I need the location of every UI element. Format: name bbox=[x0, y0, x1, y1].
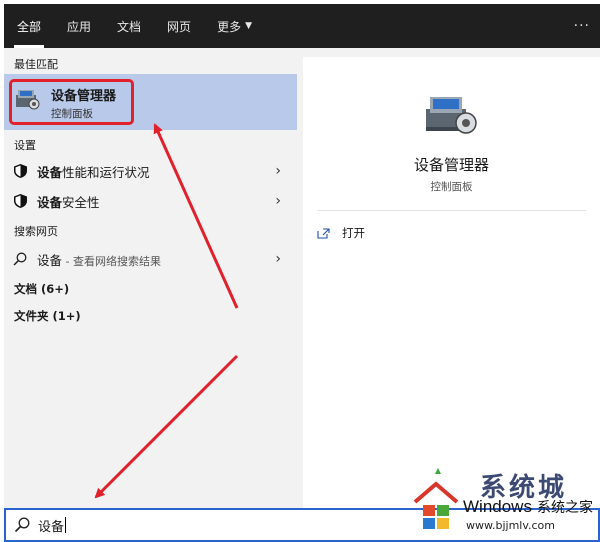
search-scope-tabs: 全部 应用 文档 网页 更多 ▼ ··· bbox=[4, 4, 600, 48]
search-icon bbox=[14, 517, 30, 533]
annotation-highlight-box bbox=[9, 79, 134, 125]
preview-pane: 设备管理器 控制面板 打开 bbox=[297, 48, 600, 508]
web-search-label: 搜索网页 bbox=[14, 225, 58, 238]
watermark-title: Windows 系统之家 bbox=[463, 497, 593, 516]
divider bbox=[317, 210, 586, 211]
results-list: 最佳匹配 设备管理器 控制面板 设置 设备性能和运行状况 › 设备安全性 › 搜… bbox=[4, 48, 297, 508]
tab-documents[interactable]: 文档 bbox=[104, 4, 154, 48]
settings-item-security[interactable]: 设备安全性 › bbox=[4, 187, 297, 215]
preview-subtitle: 控制面板 bbox=[430, 181, 473, 193]
settings-item-performance[interactable]: 设备性能和运行状况 › bbox=[4, 157, 297, 185]
preview-title: 设备管理器 bbox=[413, 156, 489, 174]
shield-icon bbox=[13, 164, 27, 178]
tab-more[interactable]: 更多 ▼ bbox=[204, 4, 265, 48]
search-icon bbox=[13, 252, 27, 266]
shield-icon bbox=[13, 194, 27, 208]
web-search-item[interactable]: 设备 - 查看网络搜索结果 › bbox=[4, 245, 297, 273]
chevron-right-icon[interactable]: › bbox=[275, 193, 281, 209]
more-options-icon[interactable]: ··· bbox=[574, 4, 600, 48]
device-manager-large-icon bbox=[426, 97, 477, 134]
settings-label: 设置 bbox=[14, 139, 36, 152]
tab-web[interactable]: 网页 bbox=[154, 4, 204, 48]
chevron-right-icon[interactable]: › bbox=[275, 251, 281, 267]
text-cursor bbox=[65, 517, 67, 533]
folders-category[interactable]: 文件夹 (1+) bbox=[14, 308, 81, 324]
tab-apps[interactable]: 应用 bbox=[54, 4, 104, 48]
chevron-down-icon: ▼ bbox=[245, 21, 252, 31]
watermark-url: www.bjjmlv.com bbox=[466, 519, 555, 532]
tab-all[interactable]: 全部 bbox=[4, 4, 54, 48]
preview-card: 设备管理器 控制面板 打开 bbox=[303, 57, 600, 508]
open-icon bbox=[317, 227, 330, 239]
open-action[interactable]: 打开 bbox=[317, 225, 365, 241]
best-match-label: 最佳匹配 bbox=[14, 58, 58, 71]
search-input[interactable]: 设备 bbox=[38, 516, 64, 535]
chevron-right-icon[interactable]: › bbox=[275, 163, 281, 179]
documents-category[interactable]: 文档 (6+) bbox=[14, 281, 69, 297]
